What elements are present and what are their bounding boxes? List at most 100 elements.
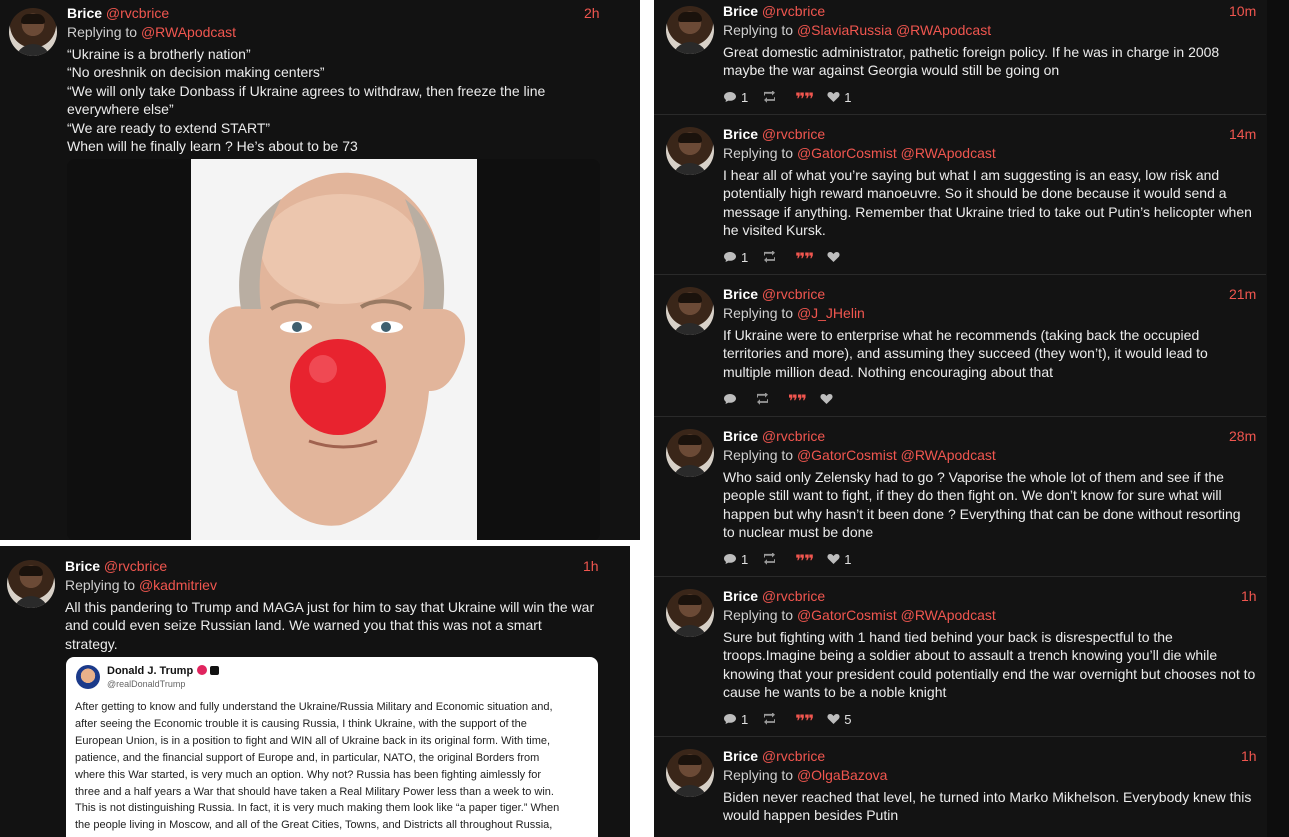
post-header: Brice @rvcbrice (723, 427, 825, 446)
post-timestamp[interactable]: 1h (1241, 587, 1257, 606)
like-count: 1 (844, 89, 852, 105)
mention-link[interactable]: @GatorCosmist @RWApodcast (797, 607, 996, 623)
post-line: All this pandering to Trump and MAGA jus… (65, 599, 595, 615)
mention-link[interactable]: @GatorCosmist @RWApodcast (797, 447, 996, 463)
repost-button[interactable] (762, 91, 781, 103)
author-handle[interactable]: @rvcbrice (762, 126, 825, 142)
embed-line: the people living in Moscow, and all of … (75, 819, 553, 832)
quote-icon[interactable]: ❞❞ (795, 554, 814, 571)
post-timestamp[interactable]: 21m (1229, 285, 1256, 304)
reply-button[interactable]: 1 (723, 552, 748, 567)
mention-link[interactable]: @SlaviaRussia @RWApodcast (797, 22, 991, 38)
like-button[interactable]: 1 (827, 90, 851, 105)
post-timestamp[interactable]: 1h (1241, 747, 1257, 766)
author-name[interactable]: Brice (723, 286, 758, 302)
embed-author-name: Donald J. Trump (107, 665, 194, 677)
repost-button[interactable] (755, 393, 774, 405)
reply-button[interactable]: 1 (723, 250, 748, 265)
author-handle[interactable]: @rvcbrice (106, 5, 169, 21)
post-item[interactable]: Brice @rvcbrice 1h Replying to @OlgaBazo… (654, 737, 1266, 837)
avatar[interactable] (666, 749, 714, 797)
avatar[interactable] (666, 287, 714, 335)
author-handle[interactable]: @rvcbrice (762, 286, 825, 302)
quote-icon[interactable]: ❞❞ (795, 92, 814, 109)
author-name[interactable]: Brice (723, 3, 758, 19)
reply-button[interactable]: 1 (723, 712, 748, 727)
like-button[interactable] (820, 393, 837, 405)
post-line: multiple million dead. Nothing encouragi… (723, 363, 1053, 380)
embedded-post-card[interactable]: Donald J. Trump @realDonaldTrump After g… (66, 657, 598, 837)
post-line: maybe the war against Georgia would stil… (723, 62, 1060, 79)
quote-icon[interactable]: ❞❞ (788, 394, 807, 411)
mention-link[interactable]: @kadmitriev (139, 577, 217, 593)
avatar[interactable] (7, 560, 55, 608)
post-timestamp[interactable]: 14m (1229, 125, 1256, 144)
like-button[interactable]: 5 (827, 712, 851, 727)
post-timestamp[interactable]: 1h (583, 557, 599, 576)
repost-button[interactable] (762, 553, 781, 565)
avatar[interactable] (666, 6, 714, 54)
embed-avatar (76, 665, 100, 689)
post-item[interactable]: Brice @rvcbrice 28m Replying to @GatorCo… (654, 417, 1266, 576)
post-body: Sure but fighting with 1 hand tied behin… (723, 628, 1268, 702)
post-item[interactable]: Brice @rvcbrice 21m Replying to @J_JHeli… (654, 275, 1266, 416)
author-name[interactable]: Brice (67, 5, 102, 21)
reply-count: 1 (741, 249, 749, 265)
repost-icon (764, 553, 776, 565)
post-line: people still want to fight, if they do t… (723, 487, 1222, 504)
post-item[interactable]: Brice @rvcbrice 1h Replying to @GatorCos… (654, 577, 1266, 736)
avatar[interactable] (666, 429, 714, 477)
embed-line: This is not distinguishing Russia. In fa… (75, 802, 560, 815)
post-item[interactable]: Brice @rvcbrice 10m Replying to @SlaviaR… (654, 0, 1266, 114)
like-button[interactable]: 1 (827, 552, 851, 567)
author-handle[interactable]: @rvcbrice (762, 3, 825, 19)
post-body: I hear all of what you’re saying but wha… (723, 166, 1268, 240)
mention-link[interactable]: @RWApodcast (141, 24, 236, 40)
repost-button[interactable] (762, 713, 781, 725)
replying-label: Replying to (723, 145, 794, 161)
author-handle[interactable]: @rvcbrice (104, 558, 167, 574)
heart-icon (827, 251, 840, 262)
replying-label: Replying to (723, 305, 794, 321)
author-handle[interactable]: @rvcbrice (762, 428, 825, 444)
post-media[interactable] (67, 159, 600, 540)
avatar[interactable] (666, 127, 714, 175)
mention-link[interactable]: @J_JHelin (797, 305, 865, 321)
post-header: Brice @rvcbrice (723, 125, 825, 144)
verified-badge-icon (197, 665, 208, 675)
post-actions: 1 ❞❞ 5 (723, 710, 865, 731)
author-name[interactable]: Brice (723, 588, 758, 604)
replying-label: Replying to (723, 607, 794, 623)
post-item[interactable]: Brice @rvcbrice 14m Replying to @GatorCo… (654, 115, 1266, 274)
author-name[interactable]: Brice (65, 558, 100, 574)
post-header: Brice @rvcbrice (67, 4, 169, 23)
post-line: “We are ready to extend START” (67, 119, 271, 136)
post-timestamp[interactable]: 2h (584, 4, 600, 23)
reply-button[interactable]: 1 (723, 90, 748, 105)
post-line: strategy. (65, 635, 118, 652)
replying-to: Replying to @GatorCosmist @RWApodcast (723, 446, 996, 465)
heart-icon (820, 393, 833, 404)
avatar[interactable] (9, 8, 57, 56)
replying-to: Replying to @OlgaBazova (723, 766, 887, 785)
author-name[interactable]: Brice (723, 748, 758, 764)
embed-line: after seeing the Economic trouble it is … (75, 717, 527, 730)
author-name[interactable]: Brice (723, 126, 758, 142)
repost-button[interactable] (762, 251, 781, 263)
replying-to: Replying to @SlaviaRussia @RWApodcast (723, 21, 991, 40)
author-name[interactable]: Brice (723, 428, 758, 444)
mention-link[interactable]: @GatorCosmist @RWApodcast (797, 145, 996, 161)
reply-button[interactable] (723, 393, 741, 405)
quote-icon[interactable]: ❞❞ (795, 252, 814, 269)
comment-icon (724, 92, 736, 102)
mention-link[interactable]: @OlgaBazova (797, 767, 887, 783)
author-handle[interactable]: @rvcbrice (762, 588, 825, 604)
like-button[interactable] (827, 251, 844, 263)
replying-label: Replying to (723, 22, 794, 38)
post-line: potentially high reward manoeuvre. So it… (723, 185, 1227, 202)
author-handle[interactable]: @rvcbrice (762, 748, 825, 764)
avatar[interactable] (666, 589, 714, 637)
quote-icon[interactable]: ❞❞ (795, 714, 814, 731)
post-timestamp[interactable]: 10m (1229, 2, 1256, 21)
post-timestamp[interactable]: 28m (1229, 427, 1256, 446)
